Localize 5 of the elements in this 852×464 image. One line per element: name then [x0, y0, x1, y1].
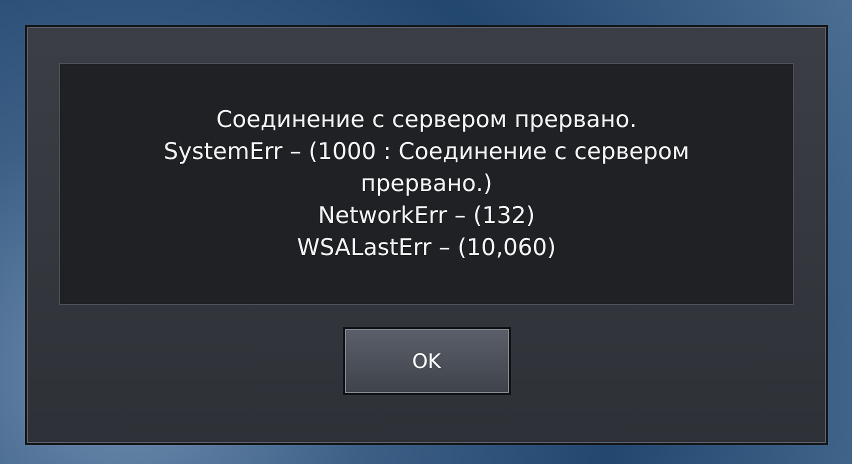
message-text: NetworkErr – (132) — [318, 202, 536, 232]
ok-button[interactable]: OK — [342, 327, 510, 395]
message-text: WSALastErr – (10,060) — [297, 234, 556, 264]
message-text: SystemErr – (1000 : Соединение с сервером прервано.) — [162, 138, 690, 200]
message-text: Соединение с сервером прервано. — [216, 106, 637, 136]
